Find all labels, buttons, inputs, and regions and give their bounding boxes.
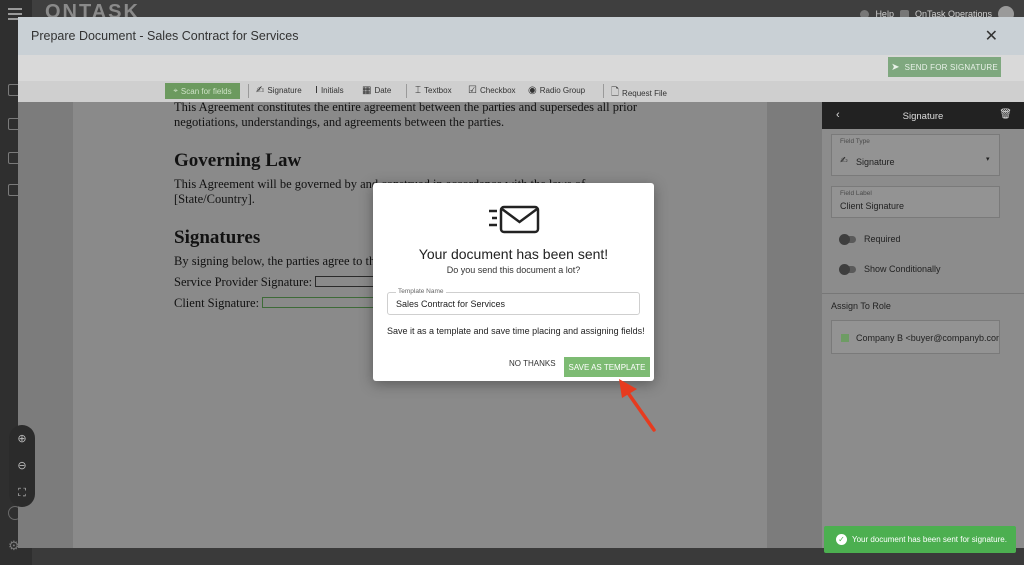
show-conditionally-toggle[interactable]: Show Conditionally [837,261,1017,277]
toggle-switch[interactable] [839,264,856,275]
dialog-action-bar [18,55,1024,81]
calendar-icon: ▦ [362,85,372,96]
tool-label: Request File [622,89,667,98]
send-icon: ➤ [891,61,900,73]
trash-icon[interactable]: 🗑 [999,109,1012,120]
field-type-value: Signature [856,157,895,167]
doc-paragraph: negotiations, understandings, and agreem… [174,115,505,129]
zoom-controls: ⊕ ⊖ ⛶ [9,425,35,507]
success-toast: ✓ Your document has been sent for signat… [824,526,1016,553]
panel-header: ‹ Signature 🗑 [822,102,1024,129]
doc-heading-signatures: Signatures [174,227,261,248]
required-toggle[interactable]: Required [837,231,1017,247]
modal-title: Your document has been sent! [418,246,609,262]
close-icon[interactable]: ✕ [985,26,998,46]
provider-signature-label: Service Provider Signature: [174,275,313,289]
field-label-caption: Field Label [840,190,872,197]
doc-paragraph: [State/Country]. [174,192,255,206]
template-name-label: Template Name [396,288,446,295]
panel-divider [822,293,1024,294]
tool-label: Textbox [424,86,452,95]
role-color-swatch [841,334,849,342]
tool-signature[interactable]: ✍ Signature [256,85,302,96]
scan-icon: ⌖ [173,86,178,95]
toggle-switch[interactable] [839,234,856,245]
dialog-title: Prepare Document - Sales Contract for Se… [31,29,299,43]
annotation-arrow [619,379,656,432]
field-label-value: Client Signature [840,201,905,211]
check-circle-icon: ✓ [836,534,847,545]
send-button-label: SEND FOR SIGNATURE [904,62,998,72]
send-for-signature-button[interactable]: ➤ SEND FOR SIGNATURE [888,57,1001,77]
role-select[interactable]: Company B <buyer@companyb.com [831,320,1000,354]
tool-label: Initials [320,86,344,95]
panel-title: Signature [902,111,944,122]
chevron-down-icon: ▾ [986,156,990,163]
radio-icon: ◉ [528,85,537,96]
scan-label: Scan for fields [180,86,232,96]
no-thanks-button[interactable]: NO THANKS [509,359,556,368]
tool-label: Signature [267,86,302,95]
tool-textbox[interactable]: ⌶ Textbox [415,85,452,96]
zoom-out-icon[interactable]: ⊖ [17,459,26,472]
field-label-input[interactable]: Field Label Client Signature [831,186,1000,218]
signature-icon: ✍ [256,85,265,96]
tool-date[interactable]: ▦ Date [362,85,391,96]
tool-radio-group[interactable]: ◉ Radio Group [528,85,585,96]
toast-message: Your document has been sent for signatur… [852,535,1007,544]
modal-subtitle: Do you send this document a lot? [446,265,581,275]
tool-label: Date [374,86,392,95]
tool-label: Radio Group [539,86,586,95]
required-label: Required [864,234,901,244]
initials-icon: Ⅰ [315,85,318,96]
field-type-label: Field Type [840,138,870,145]
tool-initials[interactable]: Ⅰ Initials [315,85,344,96]
fit-page-icon[interactable]: ⛶ [18,487,26,500]
show-conditionally-label: Show Conditionally [864,264,941,274]
tool-label: Checkbox [479,86,516,95]
role-value: Company B <buyer@companyb.com [856,333,1000,343]
zoom-in-icon[interactable]: ⊕ [17,432,26,445]
toolbar-divider [248,84,249,98]
scan-for-fields-button[interactable]: ⌖ Scan for fields [165,83,240,99]
checkbox-icon: ☑ [468,85,477,96]
assign-to-role-label: Assign To Role [831,301,891,311]
doc-paragraph: This Agreement constitutes the entire ag… [174,100,638,114]
signature-icon: ✍ [840,155,848,165]
field-type-select[interactable]: Field Type ✍ Signature ▾ [831,134,1000,176]
tool-checkbox[interactable]: ☑ Checkbox [468,85,516,96]
envelope-icon [489,205,540,234]
template-name-input[interactable]: Template Name Sales Contract for Service… [387,288,640,315]
provider-signature-field[interactable] [315,276,379,287]
save-template-label: SAVE AS TEMPLATE [568,362,646,372]
client-signature-label: Client Signature: [174,296,260,310]
doc-heading-governing-law: Governing Law [174,150,302,171]
client-signature-field[interactable] [262,297,379,308]
template-name-value: Sales Contract for Services [396,299,506,309]
modal-description: Save it as a template and save time plac… [387,326,645,336]
toolbar-divider [603,84,604,98]
textbox-icon: ⌶ [415,85,421,96]
document-sent-modal: Your document has been sent! Do you send… [373,183,654,381]
toolbar-divider [406,84,407,98]
